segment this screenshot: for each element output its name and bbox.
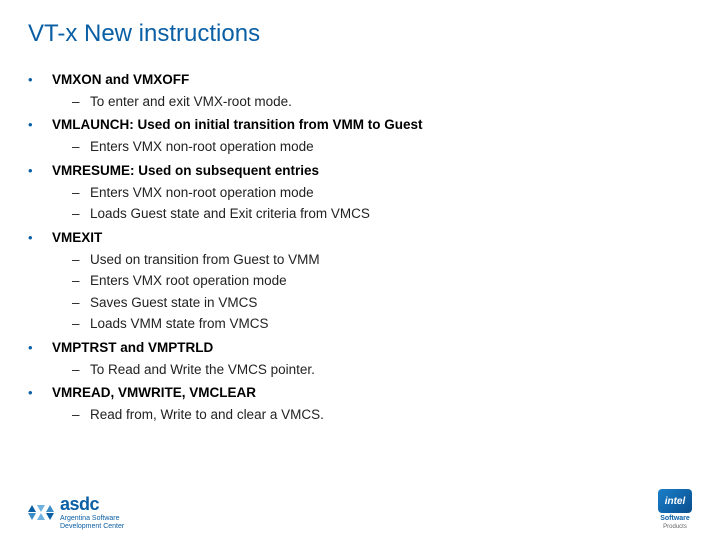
sub-text: Loads Guest state and Exit criteria from… [90, 204, 370, 224]
dash-icon: – [72, 271, 90, 291]
sub-text: Enters VMX non-root operation mode [90, 183, 314, 203]
dash-icon: – [72, 405, 90, 425]
dash-icon: – [72, 92, 90, 112]
dash-icon: – [72, 204, 90, 224]
asdc-logo-block: asdc Argentina Software Development Cent… [28, 494, 124, 530]
sub-item: –Loads Guest state and Exit criteria fro… [28, 204, 692, 224]
dash-icon: – [72, 183, 90, 203]
intel-sub: Software [660, 515, 690, 522]
sub-item: –Saves Guest state in VMCS [28, 293, 692, 313]
bullet-icon: • [28, 383, 52, 403]
sub-text: Enters VMX root operation mode [90, 271, 287, 291]
bullet-icon: • [28, 338, 52, 358]
sub-item: –Loads VMM state from VMCS [28, 314, 692, 334]
asdc-triangles-icon [28, 505, 54, 520]
item-head: VMRESUME: Used on subsequent entries [52, 161, 319, 181]
intel-logo-block: intel Software Products [658, 489, 692, 530]
list-item: • VMPTRST and VMPTRLD [28, 338, 692, 358]
footer: asdc Argentina Software Development Cent… [0, 489, 720, 530]
asdc-line2: Development Center [60, 523, 124, 530]
dash-icon: – [72, 250, 90, 270]
sub-item: –To enter and exit VMX-root mode. [28, 92, 692, 112]
sub-text: Loads VMM state from VMCS [90, 314, 269, 334]
slide-title: VT-x New instructions [28, 20, 692, 48]
slide: VT-x New instructions • VMXON and VMXOFF… [0, 0, 720, 540]
dash-icon: – [72, 314, 90, 334]
sub-item: –To Read and Write the VMCS pointer. [28, 360, 692, 380]
sub-item: –Enters VMX non-root operation mode [28, 137, 692, 157]
intel-sub2: Products [663, 524, 687, 530]
item-head: VMPTRST and VMPTRLD [52, 338, 213, 358]
item-head: VMREAD, VMWRITE, VMCLEAR [52, 383, 256, 403]
bullet-icon: • [28, 70, 52, 90]
bullet-icon: • [28, 115, 52, 135]
bullet-icon: • [28, 161, 52, 181]
asdc-name: asdc [60, 494, 124, 515]
sub-text: Used on transition from Guest to VMM [90, 250, 320, 270]
item-head: VMXON and VMXOFF [52, 70, 189, 90]
list-item: • VMREAD, VMWRITE, VMCLEAR [28, 383, 692, 403]
sub-text: Enters VMX non-root operation mode [90, 137, 314, 157]
list-item: • VMRESUME: Used on subsequent entries [28, 161, 692, 181]
sub-item: –Enters VMX root operation mode [28, 271, 692, 291]
asdc-text: asdc Argentina Software Development Cent… [60, 494, 124, 530]
list-item: • VMLAUNCH: Used on initial transition f… [28, 115, 692, 135]
sub-item: –Used on transition from Guest to VMM [28, 250, 692, 270]
sub-item: –Enters VMX non-root operation mode [28, 183, 692, 203]
asdc-line1: Argentina Software [60, 515, 124, 522]
content-list: • VMXON and VMXOFF –To enter and exit VM… [28, 70, 692, 425]
sub-item: –Read from, Write to and clear a VMCS. [28, 405, 692, 425]
dash-icon: – [72, 137, 90, 157]
dash-icon: – [72, 293, 90, 313]
sub-text: Read from, Write to and clear a VMCS. [90, 405, 324, 425]
sub-text: To Read and Write the VMCS pointer. [90, 360, 315, 380]
bullet-icon: • [28, 228, 52, 248]
item-head: VMLAUNCH: Used on initial transition fro… [52, 115, 423, 135]
intel-chip-icon: intel [658, 489, 692, 513]
item-head: VMEXIT [52, 228, 102, 248]
list-item: • VMEXIT [28, 228, 692, 248]
dash-icon: – [72, 360, 90, 380]
sub-text: To enter and exit VMX-root mode. [90, 92, 292, 112]
list-item: • VMXON and VMXOFF [28, 70, 692, 90]
sub-text: Saves Guest state in VMCS [90, 293, 257, 313]
